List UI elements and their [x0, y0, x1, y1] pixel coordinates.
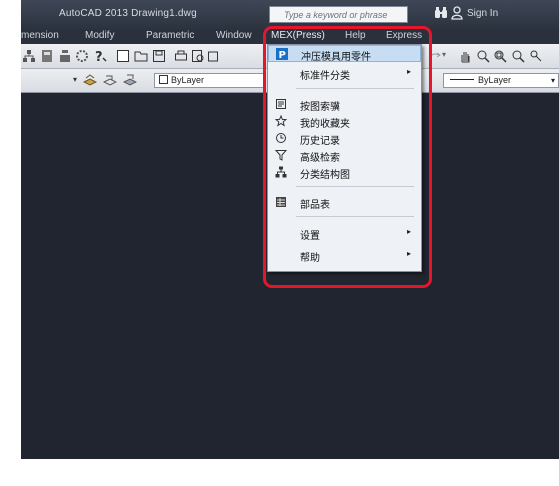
save-icon[interactable]	[152, 49, 166, 63]
menu-separator	[296, 216, 414, 217]
menu-bar: mension Modify Parametric Window MEX(Pre…	[21, 29, 559, 44]
menu-item-parts-list[interactable]: 部品表	[268, 194, 421, 211]
zoom-realtime-icon[interactable]	[476, 49, 490, 63]
menu-item-label: 帮助	[300, 253, 320, 264]
menu-separator	[296, 186, 414, 187]
sheet-set-icon[interactable]	[75, 49, 89, 63]
layer-dropdown-icon[interactable]: ▾	[73, 75, 77, 84]
menu-item-stamping-die-parts[interactable]: P 冲压模具用零件	[268, 45, 421, 63]
menu-item-settings[interactable]: 设置 ▸	[268, 225, 421, 242]
linetype-label: ByLayer	[478, 75, 512, 85]
menu-item-label: 标准件分类	[300, 71, 350, 82]
favorites-icon	[275, 115, 287, 127]
user-icon[interactable]	[451, 6, 463, 20]
submenu-arrow-icon: ▸	[406, 67, 411, 76]
sign-in-link[interactable]: Sign In	[467, 8, 498, 19]
mex-p-icon: P	[276, 48, 288, 60]
menu-item-label: 高级检索	[300, 153, 340, 164]
search-input[interactable]	[284, 7, 409, 22]
search-drawing-icon	[276, 99, 286, 109]
menu-express[interactable]: Express	[386, 30, 422, 41]
history-icon	[276, 133, 286, 143]
menu-modify[interactable]: Modify	[85, 30, 114, 41]
linetype-control[interactable]: ByLayer ▾	[443, 73, 559, 88]
menu-item-my-favorites[interactable]: 我的收藏夹	[268, 113, 421, 130]
linetype-sample	[450, 79, 474, 80]
menu-item-advanced-search[interactable]: 高级检索	[268, 147, 421, 164]
mex-press-menu: P 冲压模具用零件 标准件分类 ▸ 按图索骥 我的收藏夹 历史记录 高级检索 分…	[267, 44, 422, 272]
redo-dropdown-icon[interactable]: ▾	[442, 50, 446, 59]
properties-icon[interactable]	[529, 49, 543, 63]
svg-text:P: P	[279, 50, 286, 60]
layer-previous-icon[interactable]	[123, 73, 137, 87]
color-swatch-icon	[159, 75, 168, 84]
tree-icon	[275, 166, 287, 178]
menu-window[interactable]: Window	[216, 30, 252, 41]
color-control[interactable]: ByLayer	[154, 73, 264, 88]
menu-mex-press[interactable]: MEX(Press)	[271, 30, 325, 41]
layer-icon[interactable]	[83, 73, 97, 87]
plot-icon[interactable]	[174, 49, 188, 63]
menu-item-label: 冲压模具用零件	[301, 52, 371, 63]
binoculars-icon[interactable]	[434, 7, 448, 19]
menu-parametric[interactable]: Parametric	[146, 30, 194, 41]
search-box[interactable]	[269, 6, 409, 23]
menu-item-label: 部品表	[300, 200, 330, 211]
plot-preview-icon[interactable]	[191, 49, 205, 63]
filter-icon	[275, 150, 287, 161]
calculator-icon[interactable]	[40, 49, 54, 63]
new-file-icon[interactable]	[116, 49, 130, 63]
menu-item-history[interactable]: 历史记录	[268, 130, 421, 147]
autocad-window: AutoCAD 2013 Drawing1.dwg ▸ Sign In mens…	[21, 0, 559, 459]
zoom-window-icon[interactable]	[493, 49, 507, 63]
menu-item-label: 按图索骥	[300, 102, 340, 113]
linetype-dropdown-icon[interactable]: ▾	[551, 74, 555, 87]
hierarchy-icon[interactable]	[22, 49, 36, 63]
menu-item-label: 历史记录	[300, 136, 340, 147]
menu-item-search-by-drawing[interactable]: 按图索骥	[268, 96, 421, 113]
title-bar: AutoCAD 2013 Drawing1.dwg ▸ Sign In	[21, 0, 559, 29]
menu-separator	[296, 88, 414, 89]
menu-item-category-tree[interactable]: 分类结构图	[268, 164, 421, 181]
menu-item-label: 设置	[300, 231, 320, 242]
menu-item-label: 我的收藏夹	[300, 119, 350, 130]
submenu-arrow-icon: ▸	[406, 249, 411, 258]
submenu-arrow-icon: ▸	[406, 227, 411, 236]
color-control-label: ByLayer	[171, 75, 205, 85]
make-current-layer-icon[interactable]	[103, 73, 117, 87]
parts-table-icon	[276, 197, 286, 207]
window-title: AutoCAD 2013 Drawing1.dwg	[59, 8, 197, 19]
pan-hand-icon[interactable]	[458, 49, 472, 63]
redo-icon[interactable]	[428, 49, 442, 63]
menu-help[interactable]: Help	[345, 30, 366, 41]
zoom-previous-icon[interactable]	[511, 49, 525, 63]
menu-item-label: 分类结构图	[300, 170, 350, 181]
menu-dimension[interactable]: mension	[21, 30, 59, 41]
markup-icon[interactable]	[58, 49, 72, 63]
svg-text:?: ?	[95, 50, 103, 63]
menu-item-standard-parts-category[interactable]: 标准件分类 ▸	[268, 65, 421, 82]
help-icon[interactable]: ?	[93, 49, 107, 63]
publish-icon[interactable]	[207, 49, 221, 63]
open-folder-icon[interactable]	[134, 49, 148, 63]
menu-item-help[interactable]: 帮助 ▸	[268, 247, 421, 264]
